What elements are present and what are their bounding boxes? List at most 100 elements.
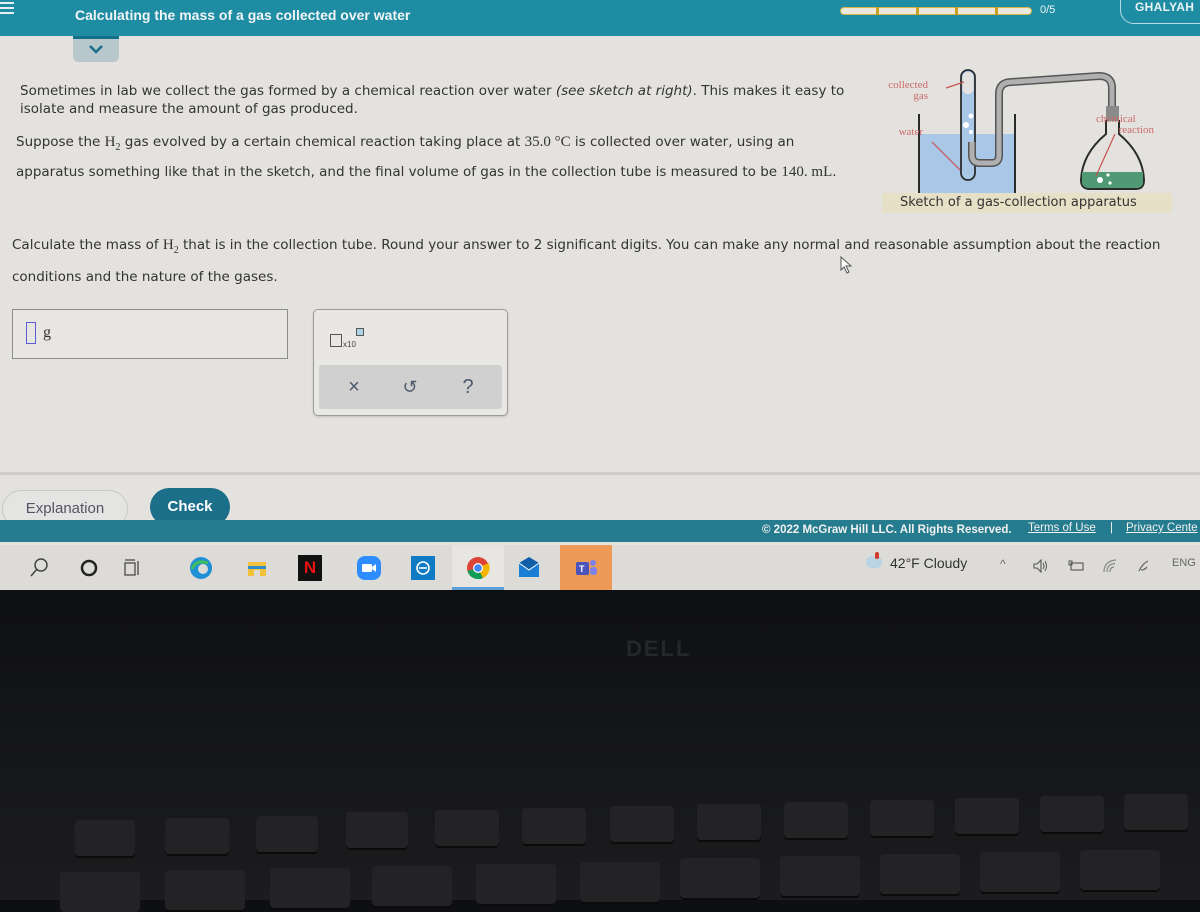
scientific-notation-button[interactable]: x10 — [330, 328, 370, 352]
keyboard-key — [980, 852, 1060, 892]
netflix-icon[interactable]: N — [298, 555, 322, 581]
bubble — [1106, 173, 1110, 177]
keyboard-key — [346, 812, 408, 848]
bubble — [968, 113, 974, 119]
page-title: Calculating the mass of a gas collected … — [75, 7, 411, 23]
progress-segment-divider — [916, 7, 919, 15]
problem-intro: Sometimes in lab we collect the gas form… — [20, 82, 860, 118]
label-line: gas — [913, 90, 928, 102]
tray-overflow-chevron-icon[interactable]: ^ — [1000, 557, 1006, 571]
bubble — [1097, 177, 1103, 183]
keyboard-key — [697, 804, 761, 840]
keyboard-key — [476, 864, 556, 904]
label-water: water — [898, 126, 923, 138]
figure-caption: Sketch of a gas-collection apparatus — [882, 193, 1172, 213]
search-icon[interactable] — [26, 555, 52, 581]
keyboard-key — [270, 868, 350, 908]
x10-label: x10 — [343, 340, 356, 349]
footer-bar: © 2022 McGraw Hill LLC. All Rights Reser… — [0, 520, 1200, 542]
file-explorer-icon[interactable] — [244, 555, 270, 581]
pen-icon[interactable] — [1136, 558, 1152, 574]
progress-segment-divider — [876, 7, 879, 15]
gas-formula: H2 — [105, 134, 121, 153]
volume-icon[interactable] — [1032, 559, 1048, 573]
user-name[interactable]: GHALYAH — [1135, 0, 1194, 14]
keyboard-key — [165, 870, 245, 910]
answer-input[interactable]: g — [12, 309, 288, 359]
clear-icon[interactable]: × — [343, 376, 365, 398]
progress-bar — [840, 7, 1032, 15]
task-view-icon[interactable] — [120, 555, 146, 581]
keyboard-key — [955, 798, 1019, 834]
statement-text: gas evolved by a certain chemical reacti… — [120, 134, 525, 150]
reaction-liquid — [1082, 172, 1143, 188]
progress-segment-divider — [955, 7, 958, 15]
bubble — [969, 130, 973, 134]
help-icon[interactable]: ? — [457, 376, 479, 398]
progress-segment-divider — [995, 7, 998, 15]
question-text: Calculate the mass of — [12, 237, 163, 253]
keyboard-key — [880, 854, 960, 894]
hamburger-menu-icon[interactable] — [0, 2, 14, 16]
gas-formula: H2 — [162, 237, 179, 256]
battery-icon[interactable] — [1068, 560, 1084, 572]
mail-icon[interactable] — [516, 555, 542, 581]
keyboard-key — [522, 808, 586, 844]
label-line: reaction — [1118, 124, 1154, 136]
keyboard-key — [60, 872, 140, 912]
answer-unit: g — [43, 324, 51, 341]
sketch-reference: (see sketch at right) — [555, 83, 693, 99]
weather-text: 42°F Cloudy — [890, 555, 968, 571]
problem-question: Calculate the mass of H2 that is in the … — [12, 232, 1192, 290]
privacy-center-link[interactable]: Privacy Cente — [1126, 522, 1198, 534]
keyboard-key — [680, 858, 760, 898]
windows-taskbar: N T 42°F Cloudy ^ ENG — [0, 545, 1200, 590]
top-bar: Calculating the mass of a gas collected … — [0, 0, 1200, 36]
zoom-icon[interactable] — [356, 555, 382, 581]
chrome-taskbar-button[interactable] — [452, 545, 504, 590]
bubble — [1108, 181, 1112, 185]
cortana-icon[interactable] — [76, 555, 102, 581]
svg-text:T: T — [579, 564, 585, 574]
bubble — [963, 122, 969, 128]
mouse-cursor-icon — [840, 256, 853, 274]
keyboard-key — [435, 810, 499, 846]
keyboard-key — [1124, 794, 1188, 830]
dell-logo: DELL — [626, 636, 692, 661]
language-indicator[interactable]: ENG — [1172, 557, 1196, 569]
intro-text: Sometimes in lab we collect the gas form… — [20, 83, 556, 99]
wifi-icon[interactable] — [1102, 558, 1118, 574]
keyboard-key — [580, 862, 660, 902]
edge-icon[interactable] — [188, 555, 214, 581]
keyboard-key — [610, 806, 674, 842]
terms-of-use-link[interactable]: Terms of Use — [1028, 522, 1096, 534]
problem-statement: Suppose the H2 gas evolved by a certain … — [16, 130, 856, 184]
collapse-toggle-button[interactable] — [73, 36, 119, 62]
cloudy-weather-icon — [866, 552, 882, 568]
keyboard-key — [256, 816, 318, 852]
tool-actions: × ↺ ? — [319, 365, 502, 409]
chevron-down-icon — [89, 45, 103, 54]
label-collected-gas: collected gas — [872, 80, 928, 102]
keyboard-key — [165, 818, 229, 854]
answer-input-cursor[interactable] — [26, 322, 36, 344]
keyboard-key — [780, 856, 860, 896]
teams-taskbar-button[interactable]: T — [560, 545, 612, 590]
footer-separator: | — [1110, 522, 1113, 534]
laptop-bezel: DELL — [0, 590, 1200, 912]
teams-icon: T — [576, 560, 597, 575]
volume-value: 140. mL — [781, 164, 833, 180]
app-icon[interactable] — [410, 555, 436, 581]
collected-gas — [962, 72, 974, 94]
copyright-text: © 2022 McGraw Hill LLC. All Rights Reser… — [762, 524, 1012, 536]
undo-icon[interactable]: ↺ — [399, 376, 421, 398]
base-box-icon — [330, 334, 342, 347]
gas-symbol: H — [162, 237, 174, 253]
weather-widget[interactable]: 42°F Cloudy — [866, 552, 968, 571]
keyboard-key — [870, 800, 934, 836]
question-text: that is in the collection tube. Round yo… — [12, 237, 1161, 285]
progress-count: 0/5 — [1040, 4, 1056, 16]
exponent-box-icon — [356, 328, 364, 336]
keyboard-key — [784, 802, 848, 838]
chrome-icon — [467, 557, 490, 580]
